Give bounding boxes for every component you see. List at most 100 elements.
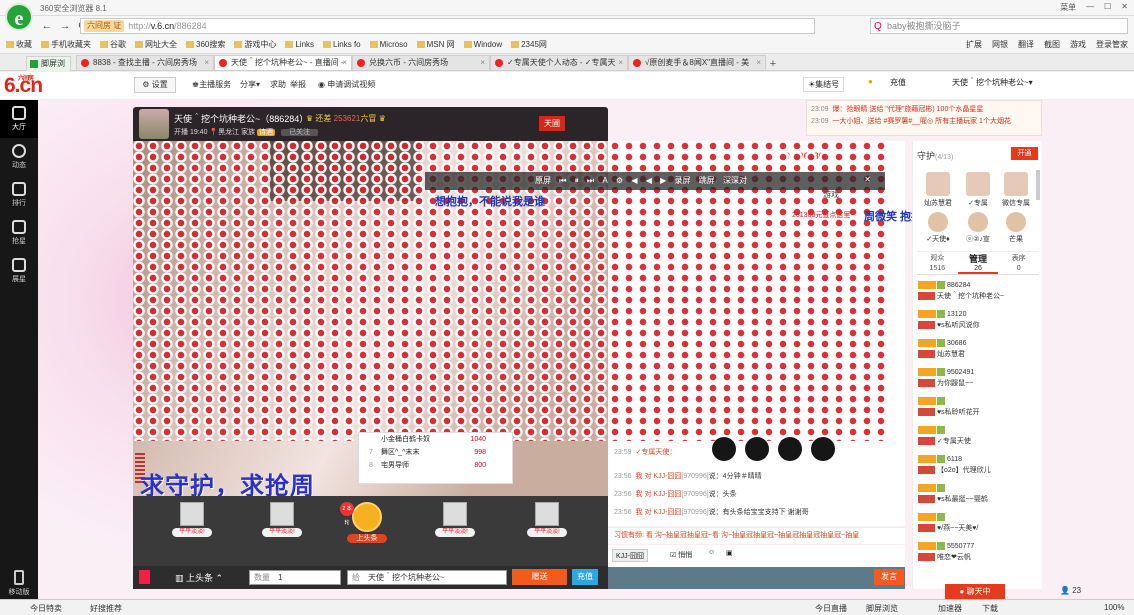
recommend-link[interactable]: 好搜推荐 [90,603,122,614]
settings-button[interactable]: ⚙ 设置 [134,77,176,93]
login-manager-button[interactable]: 登录管家 [1096,39,1128,50]
chat-float-button[interactable]: ● 聊天中 [945,584,1005,599]
bookmark-item[interactable]: 360搜索 [186,39,225,50]
tab-managers[interactable]: 管理 26 [957,252,999,274]
gift-card[interactable]: 平平淡淡! [433,502,477,552]
player-ctrl[interactable]: ⏸ [575,176,579,186]
extensions-button[interactable]: 扩展 [966,39,982,50]
headline-dropdown[interactable]: ▥ 上头条 ⌃ [175,571,223,584]
tab-queue[interactable]: 表序 0 [998,252,1039,274]
player-ctrl[interactable]: 深深对 [723,175,747,186]
player-ctrl[interactable]: ⏭ [587,176,594,186]
tab-close-icon[interactable]: × [342,56,347,70]
zoom-level[interactable]: 100% [1104,603,1124,612]
url-input[interactable]: 六间房 证 http://v.6.cn/886284 [80,18,815,34]
bookmark-item[interactable]: Links fo [323,40,361,49]
guard-scrollbar[interactable] [1036,170,1040,200]
user-list-item[interactable]: 886284 天使＾挖个坑种老公~ [918,281,1038,305]
family-tag[interactable]: 诗酒 [257,129,276,136]
player-ctrl[interactable]: A [602,176,607,185]
user-list-item[interactable]: 9502491 为你鼹鼠~~ [918,368,1038,392]
screenshot-button[interactable]: 截图 [1044,39,1060,50]
charge-button[interactable]: 充值 [572,569,598,585]
game-label[interactable]: 游戏 [823,189,839,200]
nav-item-rank[interactable]: 排行 [0,176,38,214]
bookmark-item[interactable]: 收藏 [6,39,32,50]
menu-button[interactable]: 菜单 [1060,2,1076,13]
user-list-item[interactable]: 5550777 唯恋❤云帆 [918,542,1038,566]
tab-audience[interactable]: 观众 1516 [917,252,958,274]
browser-tab-active[interactable]: 天使＾挖个坑种老公~ - 直播间 - × [214,55,352,70]
open-guard-button[interactable]: 开通 [1011,147,1038,160]
translate-button[interactable]: 翻译 [1018,39,1034,50]
back-icon[interactable]: ← [40,19,54,33]
report-link[interactable]: 举报 [290,79,306,90]
promo-link[interactable]: 261388元直点这里 [792,210,850,220]
image-icon[interactable]: ▣ [726,549,733,557]
guard-slot[interactable]: ✓天使♦ [920,212,956,244]
download-link[interactable]: 下载 [982,603,998,614]
bookmark-item[interactable]: 网址大全 [135,39,177,50]
bank-button[interactable]: 网银 [992,39,1008,50]
recipient-input[interactable]: 给 天使＾挖个坑种老公~ [347,570,507,585]
player-ctrl[interactable]: 原屏 [535,175,551,186]
share-link[interactable]: 分享▾ [240,79,260,90]
apply-video-link[interactable]: ◉ 申请调试视频 [318,79,375,90]
browser-tab[interactable]: 兑换六币 - 六间房秀场 × [352,55,490,70]
browser-tab[interactable]: √原创麦手＆8闻X"直播间 - 美 × [628,55,766,70]
bookmark-item[interactable]: 手机收藏夹 [41,39,91,50]
guard-slot[interactable]: 灿苏慧君 [920,172,956,208]
chat-target-select[interactable]: KJJ-囧囧 [612,549,648,562]
collect-button[interactable]: ☀集结号 [803,77,845,92]
maximize-icon[interactable]: ☐ [1104,2,1111,13]
quantity-input[interactable]: 数量 1 [249,570,341,585]
follow-button[interactable]: 已关注 [281,129,318,136]
bookmark-item[interactable]: Microso [369,40,408,49]
tianlang-badge[interactable]: 天圃 [539,116,565,131]
gift-bag-icon[interactable] [139,570,150,584]
bookmark-item[interactable]: MSN 网 [416,39,455,50]
player-ctrl[interactable]: ◀ [631,176,637,185]
gift-card[interactable]: 平平淡淡! [260,502,304,552]
today-live-link[interactable]: 今日直播 [815,603,847,614]
chat-send-button[interactable]: 发言 [874,569,904,585]
search-input[interactable]: Q baby被抱撕没脑子 [870,18,1128,34]
tab-close-icon[interactable]: × [618,56,623,70]
nav-item-dynamics[interactable]: 动态 [0,138,38,176]
nav-item-mobile[interactable]: 移动版 [0,570,38,597]
user-list-item[interactable]: 6118 【o2o】代理欣儿 [918,455,1038,479]
player-ctrl[interactable]: 录屏 [675,175,691,186]
nav-item-hall[interactable]: 大厅 [0,100,38,138]
split-screen-link[interactable]: 脚屏浏览 [866,603,898,614]
close-icon[interactable]: ✕ [1121,2,1128,13]
guard-slot[interactable]: 芒果 [998,212,1034,244]
today-deals-link[interactable]: 今日特卖 [30,603,62,614]
player-close-icon[interactable]: ✕ [864,175,871,184]
user-list-item[interactable]: ♥s私聆听花开 [918,397,1038,421]
chat-message-input[interactable] [608,567,905,589]
user-menu[interactable]: 天使＾挖个坑种老公~▾ [952,77,1033,88]
user-list-item[interactable]: 30686 灿苏慧君 [918,339,1038,363]
site-logo[interactable]: 六间房 6.cn [4,74,43,98]
user-list-item[interactable]: 13120 ♥s私听风说你 [918,310,1038,334]
anchor-avatar[interactable] [139,109,169,139]
player-ctrl[interactable]: ⏮ [559,176,566,186]
player-ctrl[interactable]: ⚙ [616,176,623,185]
emoji-icon[interactable]: ☺ [708,549,715,556]
guard-slot[interactable]: 微信专属 [998,172,1034,208]
guard-slot[interactable]: ⓔ②♪宣 [960,212,996,244]
site-cert-badge[interactable]: 六间房 证 [84,20,125,32]
tab-close-icon[interactable]: × [480,56,485,70]
new-tab-icon[interactable]: + [766,58,780,70]
anchor-service-link[interactable]: ♚主播服务 [192,79,231,90]
browser-tab[interactable]: 8838 - 查找主播 - 六间房秀场 × [76,55,214,70]
games-button[interactable]: 游戏 [1070,39,1086,50]
bookmark-item[interactable]: 游戏中心 [234,39,276,50]
help-link[interactable]: 求助 [270,79,286,90]
bookmark-item[interactable]: Window [463,40,502,49]
player-ctrl[interactable]: ▶ [660,176,666,185]
player-ctrl[interactable]: ◀ [646,176,652,185]
private-checkbox[interactable]: ☑ 悄悄 [670,550,692,560]
user-list-item[interactable]: ♥s私最挺~~婴鹤 [918,484,1038,508]
accelerator-link[interactable]: 加速器 [938,603,962,614]
